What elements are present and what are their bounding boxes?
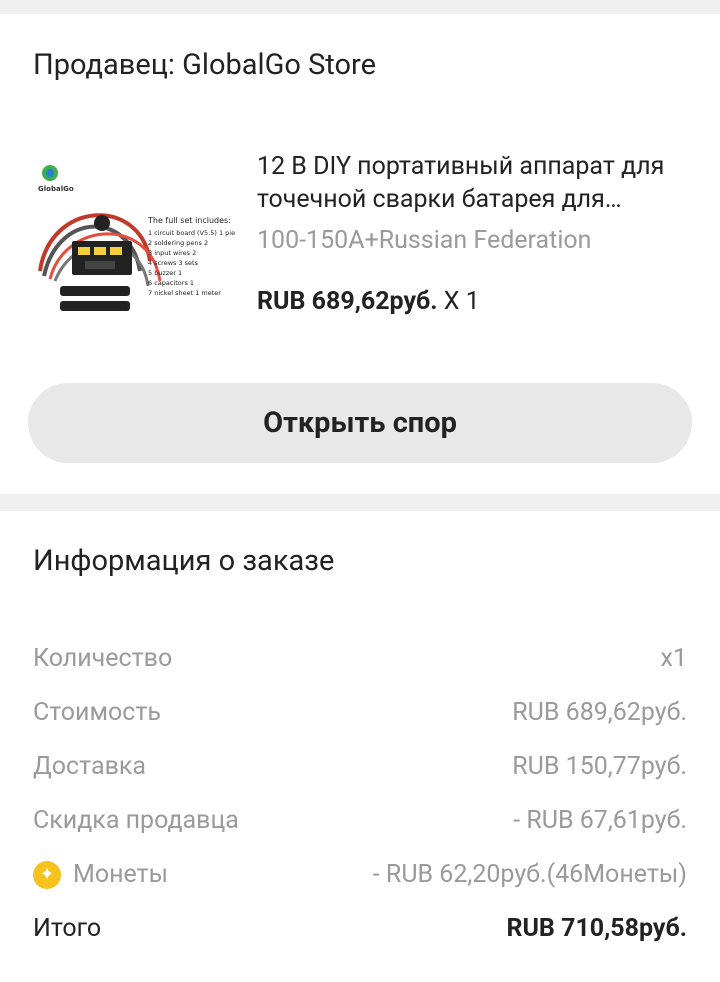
order-row-total: Итого RUB 710,58руб. bbox=[33, 914, 687, 954]
svg-text:6 capacitors 1: 6 capacitors 1 bbox=[148, 279, 194, 287]
coin-icon: ✦ bbox=[33, 860, 61, 889]
order-row-seller-discount: Скидка продавца - RUB 67,61руб. bbox=[33, 806, 687, 846]
open-dispute-button[interactable]: Открыть спор bbox=[28, 383, 692, 463]
order-row-value: x1 bbox=[660, 644, 687, 673]
order-row-value: RUB 689,62руб. bbox=[512, 698, 687, 727]
svg-text:4 screws 3 sets: 4 screws 3 sets bbox=[148, 259, 199, 267]
svg-text:7 nickel sheet 1 meter: 7 nickel sheet 1 meter bbox=[148, 289, 221, 297]
product-image[interactable]: GlobalGo The full set includes: 1 circui… bbox=[30, 151, 235, 356]
svg-text:3 input wires 2: 3 input wires 2 bbox=[148, 249, 196, 257]
svg-text:2 soldering pens 2: 2 soldering pens 2 bbox=[148, 239, 208, 247]
order-total-value: RUB 710,58руб. bbox=[506, 914, 687, 943]
product-price-line: RUB 689,62руб. X 1 bbox=[257, 287, 480, 316]
product-image-graphic: GlobalGo The full set includes: 1 circui… bbox=[30, 151, 235, 356]
order-row-label: Скидка продавца bbox=[33, 806, 239, 835]
order-row-label: Доставка bbox=[33, 752, 146, 781]
order-row-quantity: Количество x1 bbox=[33, 644, 687, 684]
svg-text:1 circuit board (V5.5) 1 piece: 1 circuit board (V5.5) 1 piece bbox=[148, 229, 235, 237]
svg-text:5 buzzer 1: 5 buzzer 1 bbox=[148, 269, 182, 277]
order-row-label: Стоимость bbox=[33, 698, 161, 727]
order-row-cost: Стоимость RUB 689,62руб. bbox=[33, 698, 687, 738]
product-price: RUB 689,62руб. bbox=[257, 287, 438, 316]
order-row-shipping: Доставка RUB 150,77руб. bbox=[33, 752, 687, 792]
logo-text: GlobalGo bbox=[38, 185, 74, 193]
order-row-value: - RUB 67,61руб. bbox=[513, 806, 687, 835]
product-title[interactable]: 12 В DIY портативный аппарат для точечно… bbox=[257, 150, 692, 216]
order-row-label: Количество bbox=[33, 644, 173, 673]
order-row-label: Итого bbox=[33, 914, 102, 943]
seller-name[interactable]: Продавец: GlobalGo Store bbox=[33, 48, 376, 82]
order-info-card: Информация о заказе Количество x1 Стоимо… bbox=[0, 511, 720, 982]
order-row-value: RUB 150,77руб. bbox=[512, 752, 687, 781]
image-caption-title: The full set includes: bbox=[147, 216, 231, 225]
seller-card: Продавец: GlobalGo Store GlobalGo The fu… bbox=[0, 14, 720, 494]
order-row-coins: ✦ Монеты - RUB 62,20руб.(46Монеты) bbox=[33, 860, 687, 900]
product-variant: 100-150A+Russian Federation bbox=[257, 226, 592, 255]
order-row-value: - RUB 62,20руб.(46Монеты) bbox=[372, 860, 687, 889]
order-row-label: Монеты bbox=[73, 860, 169, 889]
order-info-title: Информация о заказе bbox=[33, 544, 335, 578]
product-quantity: X 1 bbox=[443, 287, 480, 316]
